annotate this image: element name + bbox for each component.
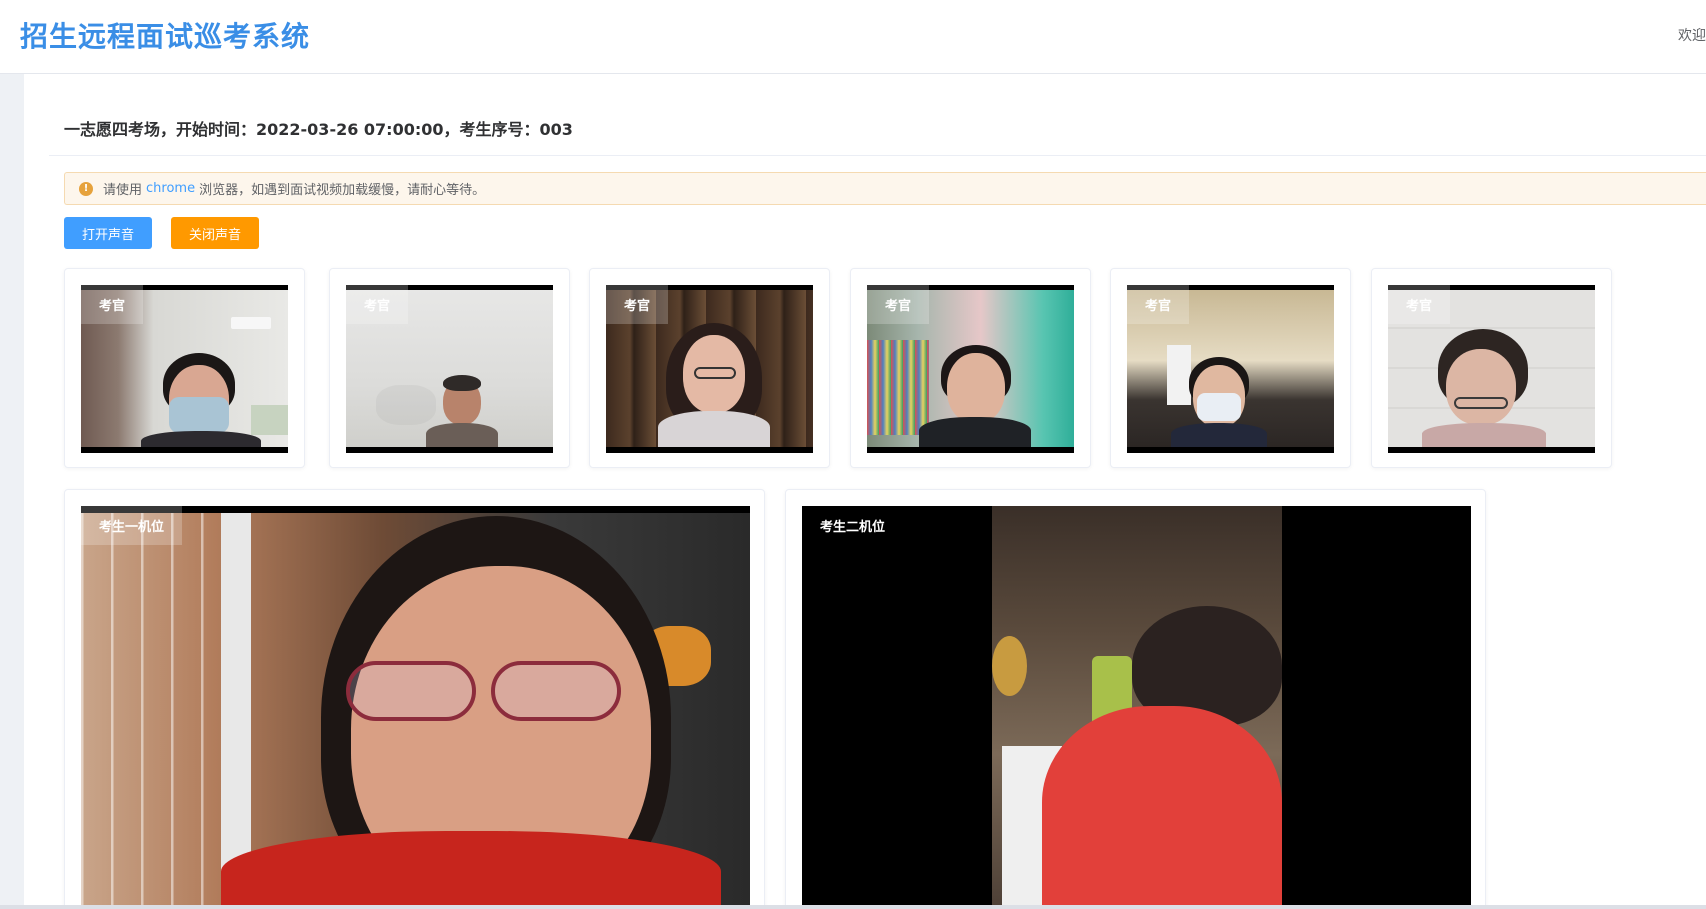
warning-icon: ! (79, 181, 93, 196)
welcome-text: 欢迎 (1678, 28, 1706, 44)
app-title: 招生远程面试巡考系统 (20, 20, 311, 53)
examiner-card-3: 考官 (589, 268, 830, 468)
alert-suffix: 浏览器，如遇到面试视频加载缓慢，请耐心等待。 (199, 183, 486, 198)
examiner-label-5: 考官 (1127, 285, 1190, 324)
alert-prefix: 请使用 (103, 183, 143, 198)
candidate-video-2[interactable]: 考生二机位 (802, 506, 1471, 909)
examiner-label-3: 考官 (606, 285, 669, 324)
examiner-video-1[interactable]: 考官 (81, 285, 288, 453)
candidate-card-1: 考生一机位 (64, 489, 765, 909)
examiner-card-6: 考官 (1371, 268, 1612, 468)
app-header: 招生远程面试巡考系统 欢迎 (0, 0, 1706, 74)
examiner-card-5: 考官 (1110, 268, 1351, 468)
examiner-card-4: 考官 (850, 268, 1091, 468)
examiner-video-2[interactable]: 考官 (346, 285, 553, 453)
examiner-video-3[interactable]: 考官 (606, 285, 813, 453)
candidate-label-1: 考生一机位 (81, 506, 183, 545)
examiner-label-1: 考官 (81, 285, 144, 324)
main-content: 一志愿四考场，开始时间：2022-03-26 07:00:00，考生序号：003… (24, 74, 1706, 909)
sidebar (0, 74, 24, 909)
examiner-video-6[interactable]: 考官 (1388, 285, 1595, 453)
browser-alert: ! 请使用 chrome 浏览器，如遇到面试视频加载缓慢，请耐心等待。 (64, 172, 1706, 205)
window-bottom-edge (0, 905, 1706, 909)
examiner-label-4: 考官 (867, 285, 930, 324)
examiner-label-6: 考官 (1388, 285, 1451, 324)
session-info: 一志愿四考场，开始时间：2022-03-26 07:00:00，考生序号：003 (64, 120, 573, 139)
alert-chrome-link[interactable]: chrome (146, 181, 195, 196)
examiner-label-2: 考官 (346, 285, 409, 324)
examiner-video-4[interactable]: 考官 (867, 285, 1074, 453)
examiner-video-5[interactable]: 考官 (1127, 285, 1334, 453)
examiner-card-1: 考官 (64, 268, 305, 468)
examiner-card-2: 考官 (329, 268, 570, 468)
candidate-label-2: 考生二机位 (820, 520, 886, 535)
open-sound-button[interactable]: 打开声音 (64, 217, 152, 249)
close-sound-button[interactable]: 关闭声音 (171, 217, 259, 249)
candidate-video-1[interactable]: 考生一机位 (81, 506, 750, 909)
divider (49, 155, 1706, 156)
candidate-card-2: 考生二机位 (785, 489, 1486, 909)
